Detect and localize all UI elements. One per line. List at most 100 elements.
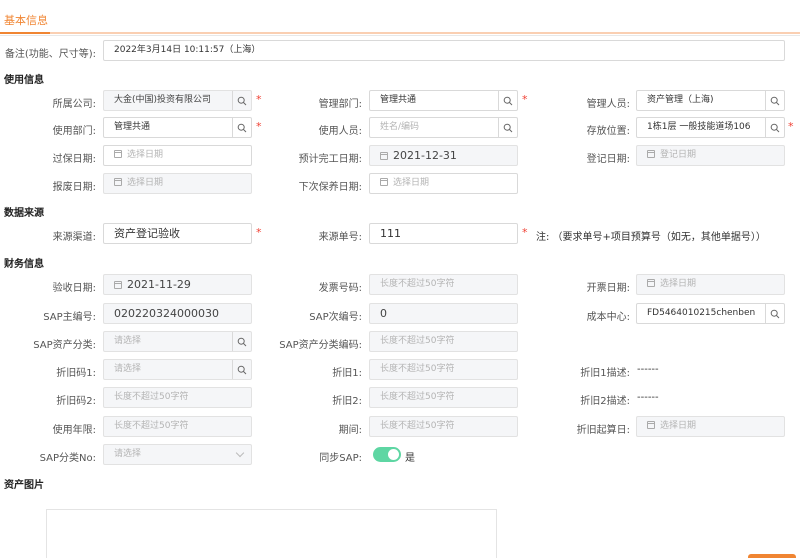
dep-code2-field[interactable]: 长度不超过50字符 <box>103 387 252 408</box>
warranty-date-picker[interactable]: 选择日期 <box>103 145 252 166</box>
cost-center-field[interactable]: FD5464010215chenben <box>636 303 785 324</box>
sap-class-no-select[interactable]: 请选择 <box>103 444 252 465</box>
period-field[interactable]: 长度不超过50字符 <box>369 416 518 437</box>
required-mark: * <box>522 226 528 239</box>
life-field[interactable]: 长度不超过50字符 <box>103 416 252 437</box>
search-icon[interactable] <box>232 91 251 110</box>
manager-value: 资产管理（上海) <box>647 95 714 105</box>
use-dept-field[interactable]: 管理共通 <box>103 117 252 138</box>
sap-sub-field[interactable]: 0 <box>369 303 518 324</box>
manager-field[interactable]: 资产管理（上海) <box>636 90 785 111</box>
required-mark: * <box>256 93 262 106</box>
user-field[interactable]: 姓名/编码 <box>369 117 518 138</box>
cost-center-label: 成本中心: <box>586 312 630 323</box>
sap-class-field[interactable]: 请选择 <box>103 331 252 352</box>
doc-no-field[interactable]: 111 <box>369 223 518 244</box>
invoice-date-placeholder: 选择日期 <box>660 279 697 289</box>
calendar-icon <box>114 150 122 158</box>
required-mark: * <box>256 120 262 133</box>
dep-code1-field[interactable]: 请选择 <box>103 359 252 380</box>
section-images-title: 资产图片 <box>4 480 44 491</box>
sync-sap-toggle[interactable] <box>373 447 401 462</box>
required-mark: * <box>256 226 262 239</box>
scrap-date-label: 报废日期: <box>52 182 96 193</box>
channel-field[interactable]: 资产登记验收 <box>103 223 252 244</box>
sap-main-field[interactable]: 020220324000030 <box>103 303 252 324</box>
dep1-desc-label: 折旧1描述: <box>580 368 630 379</box>
dep2-desc-label: 折旧2描述: <box>580 396 630 407</box>
sap-class-no-label: SAP分类No: <box>39 453 96 464</box>
dep1-field[interactable]: 长度不超过50字符 <box>369 359 518 380</box>
expected-finish-label: 预计完工日期: <box>298 154 362 165</box>
invoice-no-field[interactable]: 长度不超过50字符 <box>369 274 518 295</box>
manage-dept-field[interactable]: 管理共通 <box>369 90 518 111</box>
user-placeholder: 姓名/编码 <box>380 122 420 132</box>
section-finance-title: 财务信息 <box>4 259 44 270</box>
search-icon[interactable] <box>232 360 251 379</box>
dep-start-picker[interactable]: 选择日期 <box>636 416 785 437</box>
accept-date-label: 验收日期: <box>52 283 96 294</box>
register-date-placeholder: 登记日期 <box>660 150 697 160</box>
use-dept-value: 管理共通 <box>114 122 151 132</box>
sync-sap-value: 是 <box>405 453 415 464</box>
sync-sap-label: 同步SAP: <box>319 453 362 464</box>
sap-class-code-label: SAP资产分类编码: <box>279 340 362 351</box>
accept-date-picker[interactable]: 2021-11-29 <box>103 274 252 295</box>
required-mark: * <box>788 120 794 133</box>
manage-dept-label: 管理部门: <box>318 99 362 110</box>
manager-label: 管理人员: <box>586 99 630 110</box>
image-upload-area[interactable] <box>46 509 497 558</box>
sap-class-code-field[interactable]: 长度不超过50字符 <box>369 331 518 352</box>
search-icon[interactable] <box>232 118 251 137</box>
expected-finish-value: 2021-12-31 <box>393 149 457 162</box>
dep2-desc-value: ------ <box>637 392 659 403</box>
warranty-date-placeholder: 选择日期 <box>127 150 164 160</box>
next-maint-picker[interactable]: 选择日期 <box>369 173 518 194</box>
calendar-icon <box>380 152 388 160</box>
remark-label: 备注(功能、尺寸等): <box>4 49 96 60</box>
life-placeholder: 长度不超过50字符 <box>114 421 189 431</box>
search-icon[interactable] <box>498 91 517 110</box>
tab-basic-info[interactable]: 基本信息 <box>4 12 48 28</box>
next-maint-placeholder: 选择日期 <box>393 178 430 188</box>
doc-no-note: 注: （要求单号+项目预算号（如无，其他单据号）） <box>536 232 766 243</box>
invoice-date-picker[interactable]: 选择日期 <box>636 274 785 295</box>
search-icon[interactable] <box>498 118 517 137</box>
search-icon[interactable] <box>765 91 784 110</box>
location-label: 存放位置: <box>586 126 630 137</box>
search-icon[interactable] <box>765 304 784 323</box>
expected-finish-picker[interactable]: 2021-12-31 <box>369 145 518 166</box>
dep-code2-label: 折旧码2: <box>56 396 96 407</box>
location-value: 1栋1层 一般技能道场106 <box>647 122 751 132</box>
register-date-picker[interactable]: 登记日期 <box>636 145 785 166</box>
calendar-icon <box>114 281 122 289</box>
remark-field[interactable]: 2022年3月14日 10:11:57（上海） <box>103 40 785 61</box>
dep1-placeholder: 长度不超过50字符 <box>380 364 455 374</box>
chevron-down-icon <box>235 448 245 458</box>
company-field[interactable]: 大金(中国)投资有限公司 <box>103 90 252 111</box>
invoice-no-placeholder: 长度不超过50字符 <box>380 279 455 289</box>
calendar-icon <box>647 421 655 429</box>
doc-no-label: 来源单号: <box>318 232 362 243</box>
action-button[interactable] <box>748 554 796 558</box>
company-label: 所属公司: <box>52 99 96 110</box>
sap-sub-label: SAP次编号: <box>309 312 362 323</box>
search-icon[interactable] <box>232 332 251 351</box>
channel-label: 来源渠道: <box>52 232 96 243</box>
tab-active-indicator <box>0 32 50 34</box>
calendar-icon <box>647 150 655 158</box>
period-placeholder: 长度不超过50字符 <box>380 421 455 431</box>
scrap-date-picker[interactable]: 选择日期 <box>103 173 252 194</box>
dep2-label: 折旧2: <box>332 396 362 407</box>
sap-class-label: SAP资产分类: <box>33 340 96 351</box>
calendar-icon <box>380 178 388 186</box>
accept-date-value: 2021-11-29 <box>127 278 191 291</box>
cost-center-value: FD5464010215chenben <box>647 308 756 318</box>
dep1-desc-value: ------ <box>637 364 659 375</box>
location-field[interactable]: 1栋1层 一般技能道场106 <box>636 117 785 138</box>
channel-value: 资产登记验收 <box>114 227 180 240</box>
dep2-field[interactable]: 长度不超过50字符 <box>369 387 518 408</box>
search-icon[interactable] <box>765 118 784 137</box>
period-label: 期间: <box>338 425 362 436</box>
dep2-placeholder: 长度不超过50字符 <box>380 392 455 402</box>
